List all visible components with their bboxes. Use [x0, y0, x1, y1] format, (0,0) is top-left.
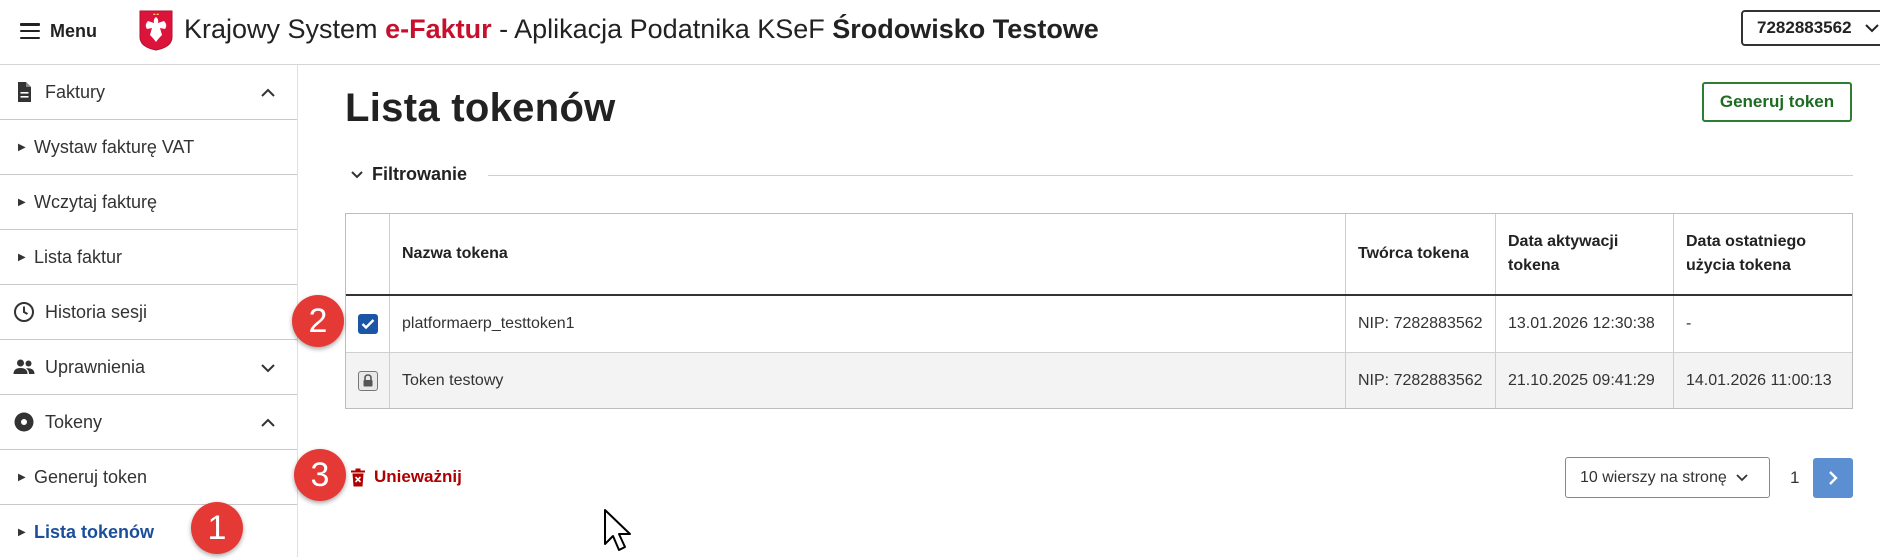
- trash-icon: [351, 468, 365, 486]
- lock-icon: [363, 374, 372, 387]
- sidebar-item-label: Tokeny: [45, 411, 103, 432]
- nip-selector[interactable]: 7282883562: [1741, 10, 1880, 46]
- bullet-triangle-icon: ▶: [18, 527, 26, 538]
- bullet-triangle-icon: ▶: [18, 141, 26, 153]
- header-token-name[interactable]: Nazwa tokena: [390, 214, 1346, 294]
- header-last-used-date[interactable]: Data ostatniego użycia tokena: [1674, 214, 1852, 294]
- menu-button[interactable]: Menu: [20, 16, 97, 46]
- chevron-up-icon: [261, 418, 275, 427]
- hamburger-icon: [20, 23, 40, 39]
- header-select-cell: [346, 214, 390, 294]
- header-activation-date[interactable]: Data aktywacji tokena: [1496, 214, 1674, 294]
- sidebar-item-wczytaj-fakture[interactable]: ▶ Wczytaj fakturę: [0, 175, 297, 230]
- filter-toggle[interactable]: Filtrowanie: [350, 164, 467, 185]
- sidebar-item-label: Lista tokenów: [34, 522, 155, 542]
- cell-activation-date: 21.10.2025 09:41:29: [1496, 353, 1674, 408]
- table-row[interactable]: Token testowy NIP: 7282883562 21.10.2025…: [346, 353, 1852, 408]
- rows-per-page-value: 10 wierszy na stronę: [1580, 468, 1727, 486]
- bullet-triangle-icon: ▶: [18, 196, 26, 208]
- table-row[interactable]: platformaerp_testtoken1 NIP: 7282883562 …: [346, 296, 1852, 353]
- cell-token-creator: NIP: 7282883562: [1346, 353, 1496, 408]
- title-prefix: Krajowy System: [184, 14, 386, 44]
- checkmark-icon: [361, 319, 374, 330]
- title-middle: - Aplikacja Podatnika KSeF: [491, 14, 833, 44]
- token-disc-icon: [14, 412, 34, 432]
- chevron-up-icon: [261, 88, 275, 97]
- invalidate-button[interactable]: Unieważnij: [350, 467, 462, 487]
- sidebar-item-lista-faktur[interactable]: ▶ Lista faktur: [0, 230, 297, 285]
- sidebar-item-label: Uprawnienia: [45, 356, 146, 377]
- cell-token-creator: NIP: 7282883562: [1346, 296, 1496, 352]
- sidebar-item-label: Wczytaj fakturę: [34, 191, 158, 212]
- sidebar-item-label: Generuj token: [34, 466, 148, 487]
- annotation-badge-2: 2: [292, 295, 344, 347]
- page-title: Lista tokenów: [345, 86, 616, 130]
- bullet-triangle-icon: ▶: [18, 251, 26, 263]
- cell-last-used-date: -: [1686, 315, 1692, 332]
- chevron-down-icon: [351, 170, 363, 178]
- document-icon: [18, 82, 31, 102]
- sidebar-item-lista-tokenow[interactable]: ▶ Lista tokenów: [0, 505, 297, 560]
- generate-token-button[interactable]: Generuj token: [1702, 82, 1852, 122]
- sidebar-item-uprawnienia[interactable]: Uprawnienia: [0, 340, 297, 395]
- filter-divider: [488, 175, 1853, 176]
- cell-token-name: platformaerp_testtoken1: [390, 296, 1346, 352]
- filter-label: Filtrowanie: [372, 164, 468, 184]
- row-locked-checkbox: [357, 370, 378, 391]
- sidebar-item-wystaw-fakture[interactable]: ▶ Wystaw fakturę VAT: [0, 120, 297, 175]
- current-page-number[interactable]: 1: [1790, 468, 1799, 488]
- row-select-cell: [346, 353, 390, 408]
- sidebar-item-historia-sesji[interactable]: Historia sesji: [0, 285, 297, 340]
- sidebar-item-label: Wystaw fakturę VAT: [34, 136, 195, 157]
- sidebar-item-label: Lista faktur: [34, 246, 123, 267]
- chevron-down-icon: [261, 364, 275, 373]
- tokens-table: Nazwa tokena Twórca tokena Data aktywacj…: [345, 213, 1853, 409]
- people-icon: [13, 359, 35, 374]
- clock-icon: [14, 302, 34, 322]
- mouse-cursor-icon: [604, 509, 631, 551]
- next-page-button[interactable]: [1813, 458, 1853, 498]
- sidebar-item-generuj-token[interactable]: ▶ Generuj token: [0, 450, 297, 505]
- bullet-triangle-icon: ▶: [18, 471, 26, 483]
- header-token-creator[interactable]: Twórca tokena: [1346, 214, 1496, 294]
- chevron-down-icon: [1736, 474, 1748, 482]
- rows-per-page-select[interactable]: 10 wierszy na stronę: [1565, 457, 1770, 498]
- sidebar-item-tokeny[interactable]: Tokeny: [0, 395, 297, 450]
- app-header: Menu Krajowy System e-Faktur - Aplikacja…: [0, 0, 1880, 65]
- row-checkbox[interactable]: [357, 314, 378, 334]
- table-header-row: Nazwa tokena Twórca tokena Data aktywacj…: [346, 214, 1852, 296]
- cell-activation-date: 13.01.2026 12:30:38: [1496, 296, 1674, 352]
- sidebar: Faktury ▶ Wystaw fakturę VAT ▶ Wczytaj f…: [0, 65, 298, 557]
- sidebar-item-label: Historia sesji: [45, 301, 148, 322]
- chevron-right-icon: [1829, 471, 1838, 485]
- app-title: Krajowy System e-Faktur - Aplikacja Poda…: [184, 14, 1099, 45]
- annotation-badge-3: 3: [294, 449, 346, 501]
- row-select-cell: [346, 296, 390, 352]
- nip-value: 7282883562: [1757, 18, 1852, 37]
- invalidate-label: Unieważnij: [374, 467, 462, 486]
- cell-last-used-date: 14.01.2026 11:00:13: [1686, 371, 1832, 389]
- sidebar-item-faktury[interactable]: Faktury: [0, 65, 297, 120]
- title-environment: Środowisko Testowe: [832, 14, 1099, 44]
- title-efaktur: e-Faktur: [385, 14, 492, 44]
- cell-token-name: Token testowy: [390, 353, 1346, 408]
- poland-emblem-icon: [139, 10, 173, 51]
- sidebar-item-label: Faktury: [45, 81, 106, 102]
- chevron-down-icon: [1864, 24, 1879, 33]
- annotation-badge-1: 1: [191, 502, 243, 554]
- menu-label: Menu: [50, 20, 97, 41]
